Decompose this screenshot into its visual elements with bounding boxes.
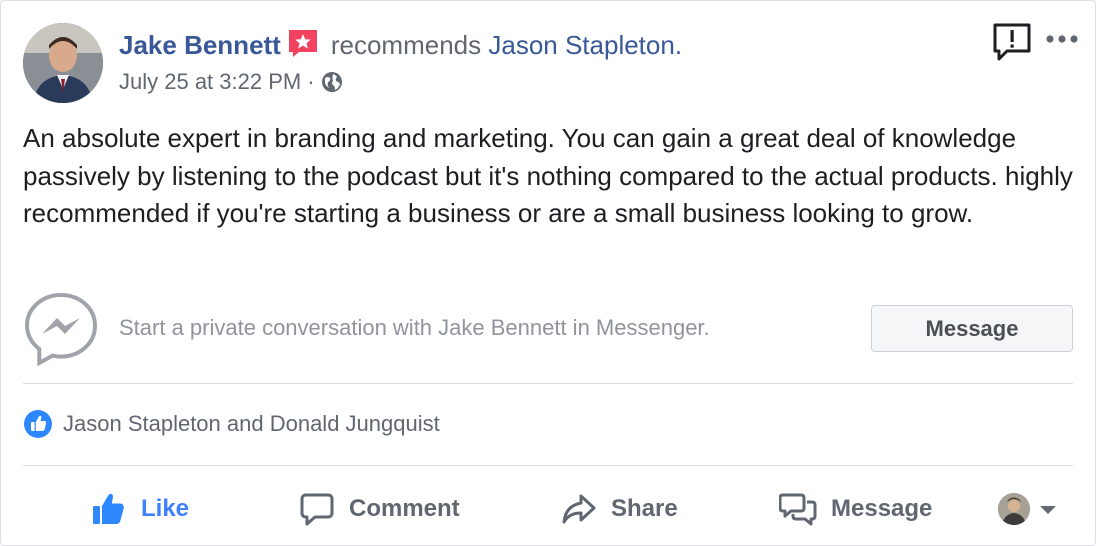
- post-card: Jake Bennett recommends Jason Stapleton. …: [0, 0, 1096, 546]
- like-reaction-icon: [23, 409, 53, 439]
- comment-icon: [300, 493, 334, 526]
- share-icon: [562, 494, 596, 524]
- meta-separator: ·: [307, 69, 315, 94]
- share-label: Share: [611, 495, 678, 522]
- like-label: Like: [141, 495, 190, 522]
- caret-down-icon[interactable]: [1039, 503, 1057, 515]
- timestamp-link[interactable]: July 25 at 3:22 PM: [119, 67, 301, 97]
- divider: [23, 465, 1073, 466]
- recommend-star-badge: [287, 28, 319, 58]
- comment-button[interactable]: Comment: [299, 481, 460, 537]
- report-icon[interactable]: [991, 21, 1033, 63]
- reactor-names: Jason Stapleton and Donald Jungquist: [63, 411, 440, 436]
- more-options-icon[interactable]: [1044, 31, 1080, 47]
- globe-icon[interactable]: [321, 71, 343, 93]
- viewer-avatar[interactable]: [998, 493, 1030, 525]
- post-body-text: An absolute expert in branding and marke…: [23, 123, 1073, 228]
- message-button[interactable]: Message: [871, 305, 1073, 352]
- messenger-icon: [23, 291, 99, 367]
- messenger-prompt: Start a private conversation with Jake B…: [119, 315, 710, 340]
- reactions-summary[interactable]: Jason Stapleton and Donald Jungquist: [23, 409, 440, 439]
- post-meta: July 25 at 3:22 PM ·: [119, 67, 343, 97]
- share-button[interactable]: Share: [561, 481, 678, 537]
- author-avatar[interactable]: [23, 23, 103, 103]
- message-label: Message: [831, 495, 933, 522]
- page-name-link[interactable]: Jason Stapleton.: [488, 30, 682, 60]
- send-message-button[interactable]: Message: [779, 481, 932, 537]
- action-text: recommends: [330, 30, 482, 60]
- post-header: Jake Bennett recommends Jason Stapleton.: [119, 27, 682, 63]
- author-name-link[interactable]: Jake Bennett: [119, 30, 281, 60]
- like-thumb-icon: [93, 493, 124, 524]
- action-bar: Like Comment Share Message: [1, 481, 1096, 537]
- message-icon: [779, 493, 817, 526]
- comment-label: Comment: [349, 495, 460, 522]
- divider: [23, 383, 1073, 384]
- like-button[interactable]: Like: [91, 481, 189, 537]
